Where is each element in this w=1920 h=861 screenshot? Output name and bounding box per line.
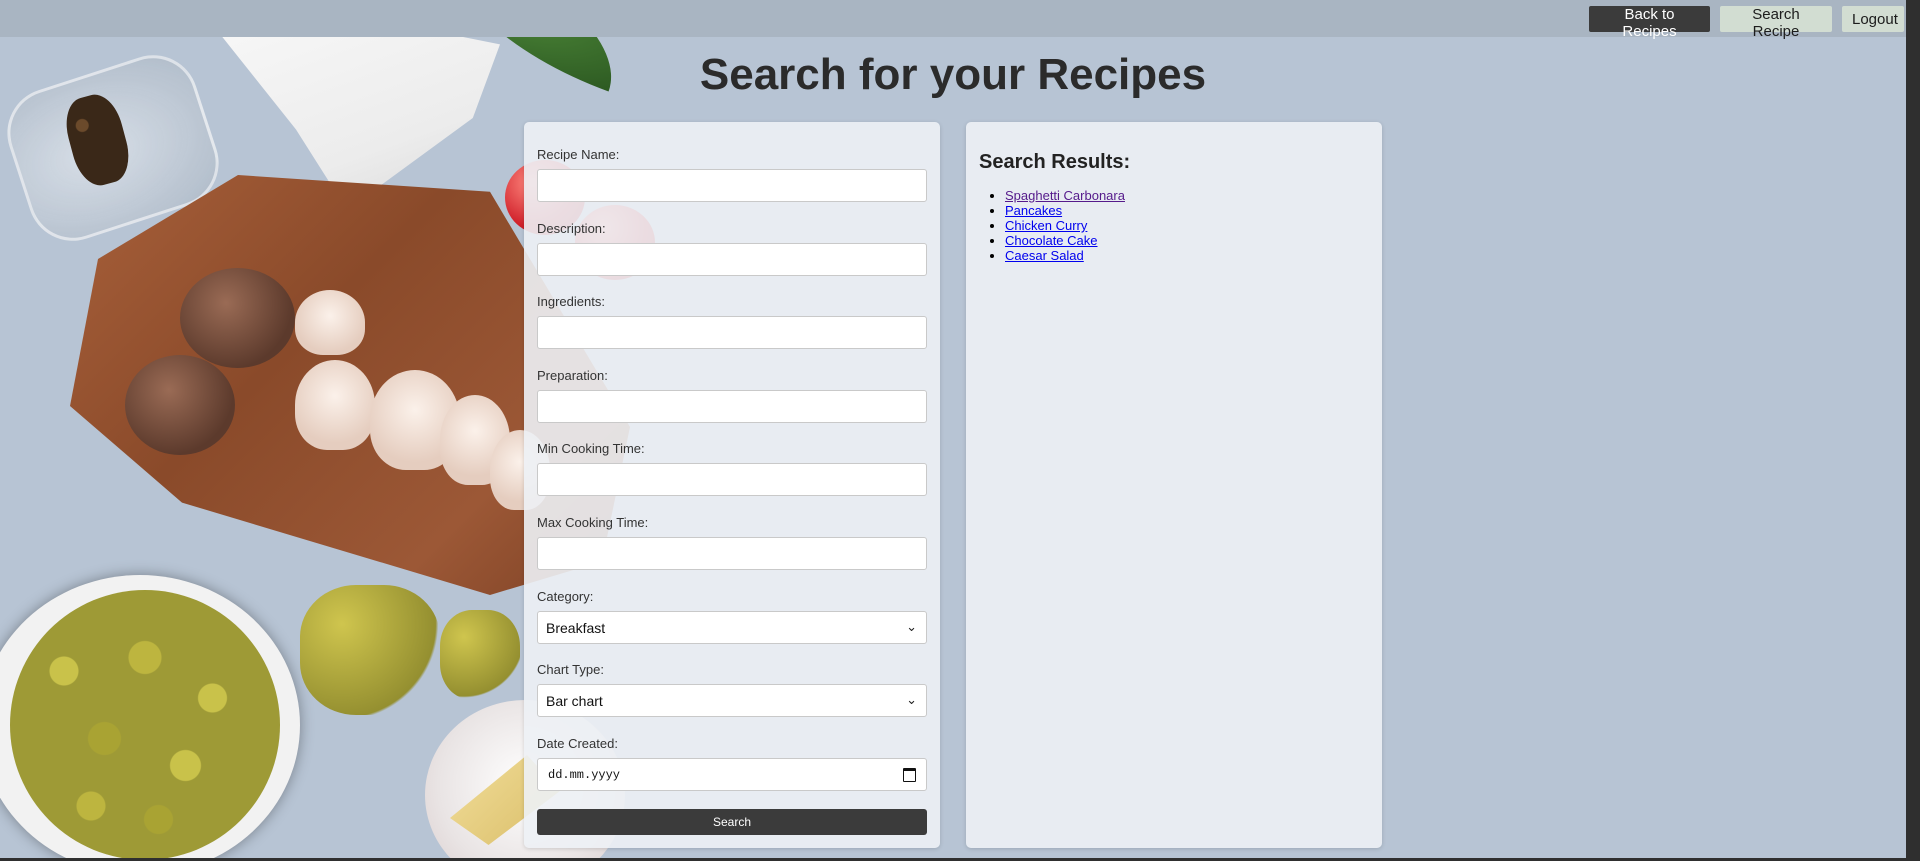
calendar-icon[interactable] (903, 767, 916, 782)
loose-pasta (440, 610, 520, 700)
max-cooking-time-input[interactable] (537, 537, 927, 570)
result-link-spaghetti-carbonara[interactable]: Spaghetti Carbonara (1005, 188, 1125, 203)
chart-type-select[interactable]: Bar chart (537, 684, 927, 717)
results-title: Search Results: (979, 151, 1131, 173)
mushroom-slice (295, 290, 365, 355)
category-group: Category: Breakfast ⌄ (537, 589, 927, 644)
list-item: Chocolate Cake (1005, 233, 1125, 248)
logout-button[interactable]: Logout (1842, 6, 1904, 32)
min-cooking-time-group: Min Cooking Time: (537, 441, 927, 496)
category-select[interactable]: Breakfast (537, 611, 927, 644)
date-created-label: Date Created: (537, 736, 618, 751)
date-placeholder: dd.mm.yyyy (548, 767, 621, 782)
chart-type-group: Chart Type: Bar chart ⌄ (537, 662, 927, 717)
category-select-wrap: Breakfast ⌄ (537, 611, 927, 644)
date-created-group: Date Created: dd.mm.yyyy (537, 736, 927, 791)
list-item: Chicken Curry (1005, 218, 1125, 233)
result-link-chicken-curry[interactable]: Chicken Curry (1005, 218, 1087, 233)
list-item: Pancakes (1005, 203, 1125, 218)
mushroom (125, 355, 235, 455)
recipe-name-input[interactable] (537, 169, 927, 202)
ingredients-input[interactable] (537, 316, 927, 349)
chart-type-select-wrap: Bar chart ⌄ (537, 684, 927, 717)
top-nav-bar: Back to Recipes Search Recipe Logout (0, 0, 1906, 40)
chart-type-label: Chart Type: (537, 662, 604, 677)
list-item: Caesar Salad (1005, 248, 1125, 263)
search-results-panel: Search Results: Spaghetti Carbonara Panc… (966, 122, 1382, 848)
max-cooking-time-group: Max Cooking Time: (537, 515, 927, 570)
mushroom (180, 268, 295, 368)
min-cooking-time-input[interactable] (537, 463, 927, 496)
description-input[interactable] (537, 243, 927, 276)
recipe-name-group: Recipe Name: (537, 147, 927, 202)
recipe-name-label: Recipe Name: (537, 147, 620, 162)
description-label: Description: (537, 221, 606, 236)
preparation-group: Preparation: (537, 368, 927, 423)
date-created-input[interactable]: dd.mm.yyyy (537, 758, 927, 791)
pasta (10, 590, 280, 860)
preparation-input[interactable] (537, 390, 927, 423)
search-recipe-button[interactable]: Search Recipe (1720, 6, 1832, 40)
ingredients-group: Ingredients: (537, 294, 927, 349)
result-link-caesar-salad[interactable]: Caesar Salad (1005, 248, 1084, 263)
mushroom-slice (295, 360, 375, 450)
list-item: Spaghetti Carbonara (1005, 188, 1125, 203)
min-cooking-time-label: Min Cooking Time: (537, 441, 645, 456)
background-image (0, 0, 1920, 861)
page-title: Search for your Recipes (699, 50, 1207, 99)
result-link-chocolate-cake[interactable]: Chocolate Cake (1005, 233, 1098, 248)
category-label: Category: (537, 589, 594, 604)
max-cooking-time-label: Max Cooking Time: (537, 515, 649, 530)
back-to-recipes-button[interactable]: Back to Recipes (1589, 6, 1710, 40)
search-form-panel: Recipe Name: Description: Ingredients: P… (524, 122, 940, 848)
results-list: Spaghetti Carbonara Pancakes Chicken Cur… (979, 188, 1125, 263)
search-button[interactable]: Search (537, 809, 927, 835)
preparation-label: Preparation: (537, 368, 608, 383)
result-link-pancakes[interactable]: Pancakes (1005, 203, 1062, 218)
loose-pasta (300, 585, 440, 715)
description-group: Description: (537, 221, 927, 276)
window-edge (1906, 0, 1920, 861)
ingredients-label: Ingredients: (537, 294, 605, 309)
